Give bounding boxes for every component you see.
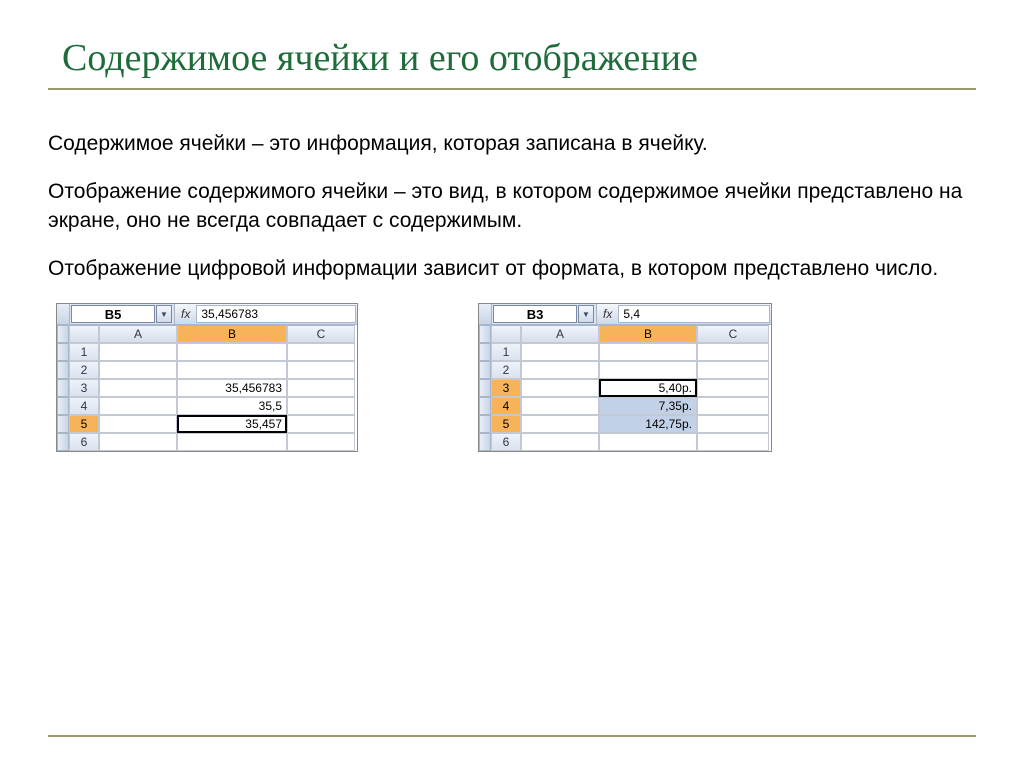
excel-screenshot-2: B3 ▼ fx 5,4 A B C 1 2 (478, 303, 772, 452)
formula-bar: B5 ▼ fx 35,456783 (57, 304, 357, 325)
cell[interactable] (177, 433, 287, 451)
row-header[interactable]: 1 (491, 343, 521, 361)
active-cell[interactable]: 35,457 (177, 415, 287, 433)
cell[interactable] (697, 361, 769, 379)
cell[interactable] (99, 433, 177, 451)
cell[interactable] (287, 361, 355, 379)
row-header[interactable]: 6 (491, 433, 521, 451)
formula-input[interactable]: 5,4 (618, 305, 770, 323)
cell[interactable] (697, 379, 769, 397)
row-header[interactable]: 3 (69, 379, 99, 397)
cell[interactable] (177, 343, 287, 361)
cell[interactable] (521, 343, 599, 361)
row-header[interactable]: 4 (69, 397, 99, 415)
cell[interactable]: 35,5 (177, 397, 287, 415)
cell[interactable] (599, 361, 697, 379)
col-header-c[interactable]: C (287, 325, 355, 343)
namebox-dropdown-icon[interactable]: ▼ (156, 305, 172, 323)
cell[interactable] (521, 361, 599, 379)
spreadsheet-grid: A B C 1 2 3 35,456783 4 (57, 325, 357, 451)
formula-input[interactable]: 35,456783 (196, 305, 356, 323)
formula-bar: B3 ▼ fx 5,4 (479, 304, 771, 325)
active-cell[interactable]: 5,40р. (599, 379, 697, 397)
fx-area: fx 35,456783 (174, 304, 357, 324)
namebox-dropdown-icon[interactable]: ▼ (578, 305, 594, 323)
row-header[interactable]: 1 (69, 343, 99, 361)
cell[interactable] (521, 379, 599, 397)
select-all-corner[interactable] (69, 325, 99, 343)
cell[interactable] (177, 361, 287, 379)
excel-screenshot-1: B5 ▼ fx 35,456783 A B C 1 2 (56, 303, 358, 452)
screenshots-row: B5 ▼ fx 35,456783 A B C 1 2 (48, 303, 976, 452)
cell[interactable] (521, 433, 599, 451)
cell[interactable] (99, 343, 177, 361)
cell[interactable] (287, 379, 355, 397)
edge-strip (479, 379, 491, 397)
edge-strip (57, 325, 69, 343)
col-header-a[interactable]: A (99, 325, 177, 343)
col-header-a[interactable]: A (521, 325, 599, 343)
edge-strip (57, 379, 69, 397)
select-all-corner[interactable] (491, 325, 521, 343)
col-header-b[interactable]: B (177, 325, 287, 343)
cell[interactable] (521, 415, 599, 433)
fx-area: fx 5,4 (596, 304, 771, 324)
cell[interactable] (99, 415, 177, 433)
edge-strip (57, 343, 69, 361)
cell[interactable] (697, 397, 769, 415)
col-header-c[interactable]: C (697, 325, 769, 343)
edge-strip (479, 325, 491, 343)
cell[interactable] (99, 397, 177, 415)
name-box[interactable]: B5 (71, 305, 155, 323)
row-header[interactable]: 5 (491, 415, 521, 433)
cell[interactable] (287, 397, 355, 415)
cell[interactable] (697, 415, 769, 433)
row-header[interactable]: 4 (491, 397, 521, 415)
paragraph-2: Отображение содержимого ячейки – это вид… (48, 178, 976, 235)
edge-strip (479, 304, 492, 324)
edge-strip (479, 415, 491, 433)
cell[interactable] (599, 433, 697, 451)
edge-strip (57, 304, 70, 324)
fx-icon[interactable]: fx (597, 307, 618, 321)
edge-strip (479, 397, 491, 415)
row-header[interactable]: 2 (491, 361, 521, 379)
name-box[interactable]: B3 (493, 305, 577, 323)
edge-strip (57, 433, 69, 451)
paragraph-1: Содержимое ячейки – это информация, кото… (48, 130, 976, 158)
cell[interactable] (99, 379, 177, 397)
selected-cell[interactable]: 142,75р. (599, 415, 697, 433)
cell[interactable] (99, 361, 177, 379)
selected-cell[interactable]: 7,35р. (599, 397, 697, 415)
row-header[interactable]: 2 (69, 361, 99, 379)
cell[interactable] (697, 343, 769, 361)
edge-strip (57, 397, 69, 415)
title-underline (48, 88, 976, 90)
spreadsheet-grid: A B C 1 2 3 5,40р. 4 (479, 325, 771, 451)
row-header[interactable]: 3 (491, 379, 521, 397)
slide: Содержимое ячейки и его отображение Соде… (0, 0, 1024, 767)
edge-strip (479, 343, 491, 361)
cell[interactable] (599, 343, 697, 361)
slide-title: Содержимое ячейки и его отображение (48, 36, 976, 80)
footer-underline (48, 735, 976, 737)
cell[interactable]: 35,456783 (177, 379, 287, 397)
cell[interactable] (697, 433, 769, 451)
paragraph-3: Отображение цифровой информации зависит … (48, 255, 976, 283)
edge-strip (57, 415, 69, 433)
content-block: Содержимое ячейки – это информация, кото… (48, 130, 976, 283)
cell[interactable] (287, 415, 355, 433)
cell[interactable] (287, 343, 355, 361)
cell[interactable] (287, 433, 355, 451)
row-header[interactable]: 5 (69, 415, 99, 433)
edge-strip (57, 361, 69, 379)
cell[interactable] (521, 397, 599, 415)
fx-icon[interactable]: fx (175, 307, 196, 321)
edge-strip (479, 433, 491, 451)
col-header-b[interactable]: B (599, 325, 697, 343)
row-header[interactable]: 6 (69, 433, 99, 451)
edge-strip (479, 361, 491, 379)
